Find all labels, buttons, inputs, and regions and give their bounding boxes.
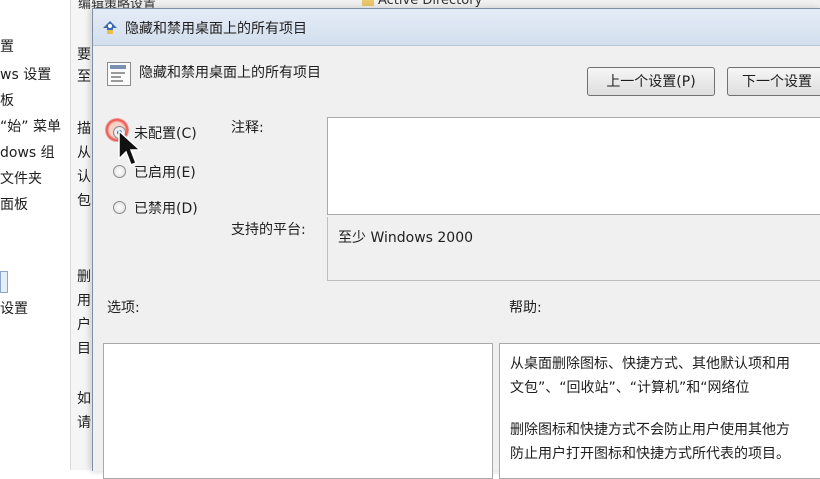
desc-char: 至 <box>77 69 91 85</box>
background-folder-label[interactable]: Active Directory <box>378 0 482 8</box>
help-panel[interactable]: 从桌面删除图标、快捷方式、其他默认项和用 文包”、“回收站”、“计算机”和“网络… <box>499 343 820 479</box>
background-description-panel: 要 至 描 从 认 包 删 用 户 目 如 请 <box>71 0 91 470</box>
desc-char: 描 <box>77 121 91 137</box>
previous-setting-button[interactable]: 上一个设置(P) <box>587 67 715 96</box>
desc-char: 包 <box>77 193 91 209</box>
desc-char: 目 <box>77 341 91 357</box>
background-tree-panel: 置 ws 设置 板 “始” 菜单 dows 组 文件夹 面板 设置 <box>0 0 71 470</box>
policy-setting-icon <box>107 62 131 86</box>
tree-item[interactable]: dows 组 <box>0 142 55 162</box>
tree-item-selected[interactable] <box>0 271 8 293</box>
folder-icon <box>362 0 374 6</box>
tree-item[interactable]: “始” 菜单 <box>0 116 61 136</box>
desc-char: 要 <box>77 47 91 63</box>
tree-item[interactable]: 文件夹 <box>0 168 42 188</box>
shield-app-icon <box>103 21 117 34</box>
policy-setting-dialog: 隐藏和禁用桌面上的所有项目 隐藏和禁用桌面上的所有项目 上一个设置(P) 下一个… <box>92 8 820 479</box>
supported-platform-box: 至少 Windows 2000 <box>327 217 820 281</box>
supported-platform-value: 至少 Windows 2000 <box>338 230 474 246</box>
desc-char: 认 <box>77 169 91 185</box>
tree-item[interactable]: ws 设置 <box>0 64 51 84</box>
radio-label: 已禁用(D) <box>134 201 198 217</box>
desc-char: 如 <box>77 391 91 407</box>
supported-platform-label: 支持的平台: <box>231 222 306 238</box>
radio-label: 已启用(E) <box>134 165 196 181</box>
help-text-line: 从桌面删除图标、快捷方式、其他默认项和用 <box>510 356 790 372</box>
desc-char: 用 <box>77 293 91 309</box>
tree-item[interactable]: 板 <box>0 90 14 110</box>
mouse-pointer-icon <box>118 129 142 166</box>
tree-item[interactable]: 面板 <box>0 194 28 214</box>
help-label: 帮助: <box>509 300 542 316</box>
tree-item[interactable]: 设置 <box>0 298 28 318</box>
comment-textarea[interactable] <box>327 117 820 215</box>
options-panel[interactable] <box>103 343 493 479</box>
next-setting-button[interactable]: 下一个设置 <box>727 67 820 96</box>
desc-char: 户 <box>77 317 91 333</box>
help-text-line: 文包”、“回收站”、“计算机”和“网络位 <box>510 380 750 396</box>
policy-title: 隐藏和禁用桌面上的所有项目 <box>139 65 321 81</box>
dialog-titlebar[interactable]: 隐藏和禁用桌面上的所有项目 <box>93 9 820 46</box>
options-label: 选项: <box>107 300 140 316</box>
desc-char: 从 <box>77 145 91 161</box>
window-title: 隐藏和禁用桌面上的所有项目 <box>125 21 307 37</box>
help-text-line: 删除图标和快捷方式不会防止用户使用其他方 <box>510 422 790 438</box>
radio-label: 未配置(C) <box>134 126 197 142</box>
desc-char: 删 <box>77 269 91 285</box>
comment-label: 注释: <box>231 120 264 136</box>
tree-item[interactable]: 置 <box>0 36 14 56</box>
help-text-line: 防止用户打开图标和快捷方式所代表的项目。 <box>510 446 790 462</box>
radio-button[interactable] <box>113 201 126 214</box>
desc-char: 请 <box>77 415 91 431</box>
